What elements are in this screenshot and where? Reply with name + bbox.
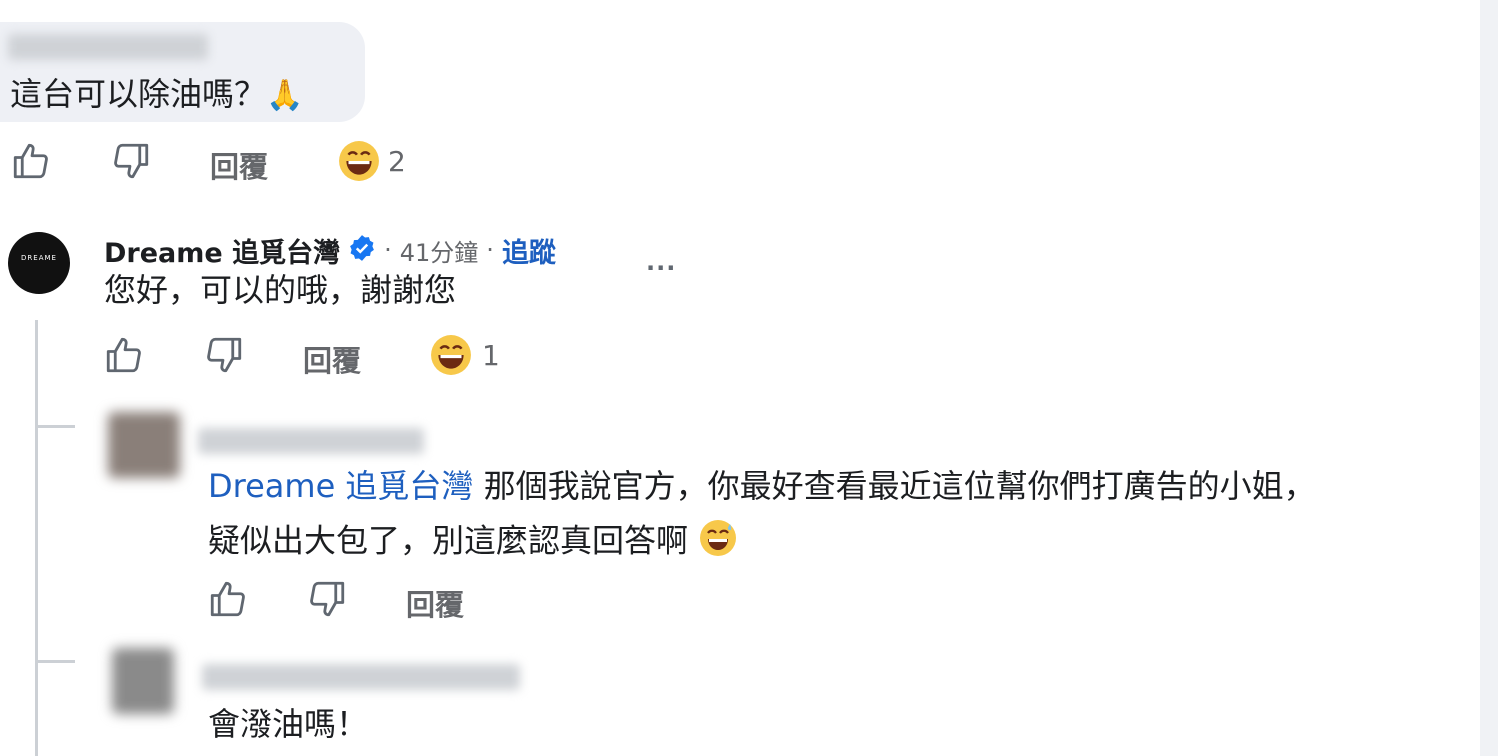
- thread-connector: [35, 660, 75, 663]
- comment-text-4: 會潑油嗎！: [208, 705, 369, 743]
- scrollbar-track[interactable]: [1480, 0, 1498, 756]
- laugh-reaction-icon[interactable]: [430, 334, 472, 376]
- comment-text-1: 這台可以除油嗎？🙏: [10, 75, 304, 113]
- author-name[interactable]: Dreame 追覓台灣: [104, 231, 340, 270]
- dislike-icon[interactable]: [306, 578, 348, 620]
- reply-button[interactable]: 回覆: [210, 144, 268, 186]
- sweat-smile-emoji-icon: [698, 518, 738, 567]
- dislike-icon[interactable]: [110, 140, 152, 182]
- thread-line: [35, 320, 38, 756]
- timestamp[interactable]: 41分鐘: [400, 233, 479, 268]
- avatar[interactable]: DREAME: [8, 232, 70, 294]
- mention-link[interactable]: Dreame 追覓台灣: [208, 467, 473, 505]
- avatar[interactable]: [112, 648, 174, 714]
- dislike-icon[interactable]: [203, 334, 245, 376]
- avatar[interactable]: [108, 412, 180, 478]
- like-icon[interactable]: [207, 578, 249, 620]
- separator: ·: [384, 236, 392, 264]
- reply-button[interactable]: 回覆: [303, 338, 361, 380]
- thread-connector: [35, 425, 75, 428]
- pray-emoji-icon: 🙏: [266, 78, 304, 113]
- avatar-logo-text: DREAME: [21, 254, 57, 262]
- follow-button[interactable]: 追蹤: [502, 231, 556, 270]
- author-name-blurred[interactable]: [198, 428, 424, 454]
- verified-badge-icon: [348, 234, 376, 266]
- comment-text-3-line2: 疑似出大包了，別這麼認真回答啊: [208, 518, 738, 567]
- reaction-count[interactable]: 1: [482, 339, 500, 372]
- more-options-icon[interactable]: ···: [646, 254, 676, 282]
- like-icon[interactable]: [10, 140, 52, 182]
- author-name-blurred[interactable]: [8, 34, 208, 60]
- reply-button[interactable]: 回覆: [406, 582, 464, 624]
- laugh-reaction-icon[interactable]: [338, 140, 380, 182]
- like-icon[interactable]: [103, 334, 145, 376]
- comment-header: Dreame 追覓台灣 · 41分鐘 · 追蹤: [104, 230, 556, 270]
- author-name-blurred[interactable]: [202, 664, 520, 690]
- separator: ·: [486, 236, 494, 264]
- reaction-count[interactable]: 2: [388, 145, 406, 178]
- comment-text-2: 您好，可以的哦，謝謝您: [104, 271, 457, 309]
- comment-text-3-line1: Dreame 追覓台灣 那個我說官方，你最好查看最近這位幫你們打廣告的小姐，: [208, 467, 1316, 505]
